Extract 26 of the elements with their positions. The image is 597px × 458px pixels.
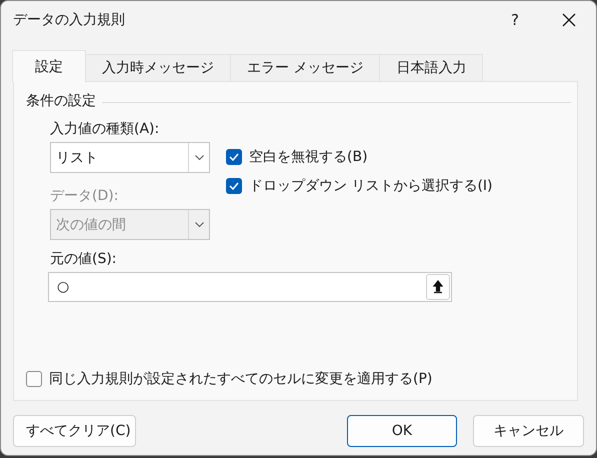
- tab[interactable]: 設定: [12, 50, 86, 82]
- checkbox-label: 空白を無視する(B): [249, 148, 368, 166]
- check-icon: [229, 182, 239, 190]
- field-label: データ(D):: [50, 187, 120, 205]
- collapse-button[interactable]: [426, 274, 450, 300]
- checkbox[interactable]: [226, 178, 242, 194]
- chevron-down-icon: [194, 222, 204, 227]
- chevron-down-icon: [194, 155, 204, 160]
- field-label: 入力値の種類(A):: [50, 120, 160, 138]
- checkbox-label: ドロップダウン リストから選択する(I): [249, 177, 493, 195]
- upload-arrow-icon: [433, 280, 443, 294]
- dialog-button[interactable]: キャンセル: [473, 415, 584, 447]
- dialog-button[interactable]: すべてクリア(C): [13, 415, 136, 447]
- group-title: 条件の設定: [26, 92, 96, 110]
- dialog-button[interactable]: OK: [347, 415, 457, 447]
- checkbox[interactable]: [226, 149, 242, 165]
- help-button[interactable]: ?: [492, 11, 538, 29]
- input-field[interactable]: ○: [48, 272, 452, 302]
- dropdown[interactable]: リスト: [50, 142, 210, 173]
- close-icon[interactable]: [562, 13, 576, 27]
- tab[interactable]: 日本語入力: [379, 54, 484, 81]
- check-icon: [229, 153, 239, 161]
- field-label: 元の値(S):: [50, 250, 118, 268]
- window-title: データの入力規則: [13, 11, 126, 29]
- checkbox[interactable]: [26, 371, 42, 387]
- checkbox-label: 同じ入力規則が設定されたすべてのセルに変更を適用する(P): [49, 370, 432, 388]
